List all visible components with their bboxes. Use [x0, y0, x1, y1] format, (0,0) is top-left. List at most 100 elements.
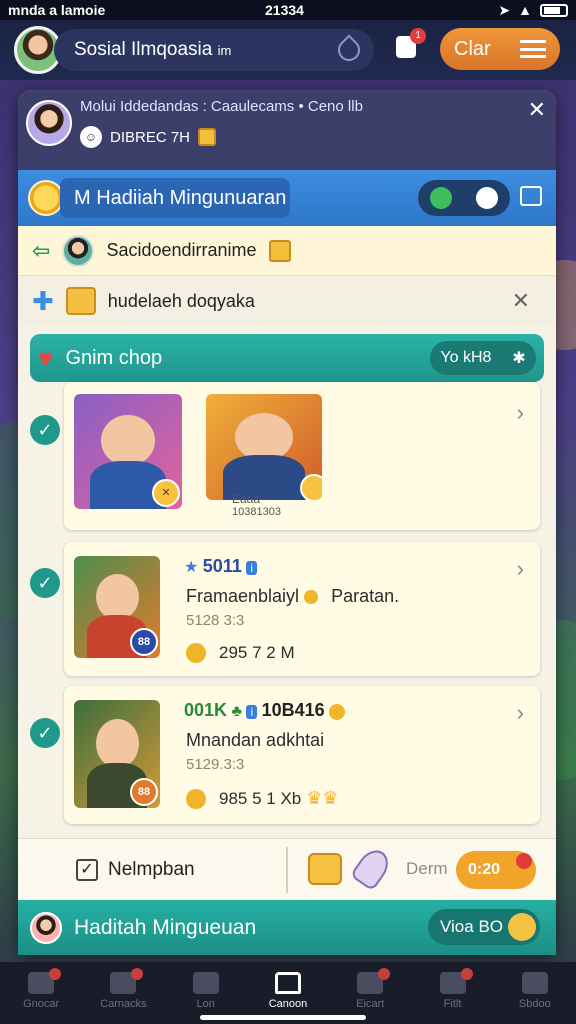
location-icon: ➤ [498, 1, 511, 18]
card-3-stat-row: 001K ♣ i 10B416 [184, 700, 353, 721]
sender-avatar[interactable] [26, 100, 72, 146]
status-icons: ➤ ▲ [498, 2, 568, 19]
nav-label: Fitlt [443, 998, 462, 1010]
select-all-checkbox[interactable]: ✓ [76, 858, 98, 881]
chevron-right-icon[interactable]: › [517, 700, 524, 726]
bottom-banner-label: Haditah Mingueuan [74, 915, 257, 939]
panel-header: Molui Iddedandas : Caaulecams • Ceno llb… [18, 90, 556, 170]
nav-item-6[interactable]: Fitlt [413, 966, 493, 1020]
chevron-right-icon[interactable]: › [517, 556, 524, 582]
card-2-stat-row: ★ 5011 i [184, 556, 257, 577]
card-2-thumbnail[interactable]: 88 [74, 556, 160, 658]
app-name-pill[interactable]: Sosial Ilmqoasia im [54, 29, 374, 71]
panel-header-code: DIBREC 7H [110, 128, 191, 146]
alert-dot-icon [516, 853, 532, 869]
nav-item-3[interactable]: Lon [166, 966, 246, 1020]
app-name-suffix: im [217, 43, 232, 58]
signal-icon: ▲ [518, 2, 532, 18]
share-arrow-icon: ⇦ [32, 237, 51, 263]
chat-button-label: Clar [454, 37, 491, 60]
timer-text: 0:20 [468, 861, 501, 878]
card-1-caption: 10381303 [232, 506, 281, 518]
title-controls [418, 180, 510, 216]
nav-item-5[interactable]: Eicart [330, 966, 410, 1020]
bottom-banner-pill[interactable]: Vioa BO [428, 909, 540, 945]
card-3-value-row: 985 5 1 Xb ♛♛ [186, 788, 339, 810]
panel-header-meta: ☺ DIBREC 7H [80, 126, 217, 148]
star-icon: ★ [184, 559, 199, 576]
shared-row[interactable]: ⇦ Sacidoendirranime [18, 226, 556, 276]
card-2-thumb-badge: 88 [130, 628, 158, 656]
card-3-thumbnail[interactable]: 88 [74, 700, 160, 808]
title-bar: M Hadiiah Mingunuaran [18, 170, 556, 226]
title-text: Hadiiah Mingunuaran [96, 186, 287, 209]
shared-row-label: Sacidoendirranime [106, 240, 257, 260]
gift-icon [268, 239, 291, 262]
nav-item-7[interactable]: Sbdoo [495, 966, 575, 1020]
card-1-thumbnail-a[interactable]: ✕ [74, 394, 182, 509]
chat-button[interactable]: Clar [440, 28, 560, 70]
demo-label: Derm [406, 859, 448, 878]
thumb-face [101, 414, 155, 467]
nav-item-1[interactable]: Gnocar [1, 966, 81, 1020]
clover-icon: ♣ [231, 703, 242, 720]
rocket-icon[interactable] [349, 844, 395, 892]
card-1-thumbnail-b[interactable] [206, 394, 322, 500]
thumb-face [95, 574, 139, 621]
add-row[interactable]: ✚ hudelaeh doqyaka ✕ [18, 276, 556, 326]
card-2-stat: 5011 [202, 556, 242, 576]
battery-icon [540, 3, 568, 17]
gold-bar-icon[interactable] [308, 853, 342, 885]
mask-icon[interactable] [476, 187, 498, 209]
group-pill-text: Yo kH8 [440, 349, 492, 366]
sun-icon [304, 590, 319, 605]
plus-icon: ✚ [32, 285, 54, 316]
coin-icon [28, 180, 64, 216]
timer-button[interactable]: 0:20 [456, 851, 536, 889]
group-bar-label: Gnim chop [65, 346, 163, 369]
card-2-check[interactable]: ✓ [30, 568, 60, 598]
candy-icon [186, 643, 206, 664]
message-icon[interactable] [520, 186, 542, 206]
tag-icon: ☺ [80, 126, 102, 148]
badge-dot [378, 968, 391, 980]
gift-card-3[interactable]: 88 001K ♣ i 10B416 Mnandan adkhtai 5129.… [64, 686, 540, 824]
nav-item-home[interactable]: Canoon [248, 966, 328, 1020]
dismiss-icon[interactable]: ✕ [512, 288, 530, 314]
box-nav-icon [192, 972, 219, 994]
carrier-text: mnda a lamoie [8, 2, 106, 18]
group-pill[interactable]: Yo kH8 ✱ [430, 341, 536, 375]
app-name: Sosial Ilmqoasia [74, 39, 213, 60]
crown-icon: ♛♛ [306, 788, 339, 808]
nav-label: Sbdoo [518, 998, 551, 1010]
bottom-banner-pill-text: Vioa BO [440, 917, 504, 936]
chevron-right-icon[interactable]: › [517, 400, 524, 426]
close-icon[interactable]: ✕ [528, 99, 546, 121]
home-icon [274, 972, 301, 994]
sun-badge-icon [300, 474, 322, 500]
card-2-title-2: Paratan. [331, 586, 400, 606]
panel-header-subtitle: Molui Iddedandas : Caaulecams • Ceno llb [80, 98, 363, 115]
top-app-bar: Sosial Ilmqoasia im 1 Clar [0, 20, 576, 80]
bottom-banner[interactable]: Haditah Mingueuan Vioa BO [18, 900, 556, 955]
gift-card-1[interactable]: ✕ Eaaa 10381303 › [64, 382, 540, 530]
card-1-check[interactable]: ✓ [30, 415, 60, 445]
notification-button[interactable]: 1 [396, 28, 426, 58]
thumb-face [95, 719, 139, 769]
badge-dot [460, 968, 473, 980]
card-3-thumb-badge: 88 [130, 778, 158, 806]
nav-label: Gnocar [23, 998, 60, 1010]
card-3-stat: 001K [184, 700, 228, 720]
gift-card-2[interactable]: 88 ★ 5011 i Framaenblaiyl Paratan. 5128 … [64, 542, 540, 676]
favorite-icon[interactable] [430, 187, 452, 209]
sun-icon [186, 789, 206, 810]
nav-item-2[interactable]: Carnacks [83, 966, 163, 1020]
group-bar[interactable]: ♥ Gnim chop Yo kH8 ✱ [30, 334, 544, 382]
home-indicator[interactable] [200, 1015, 366, 1020]
card-1-badge-a: ✕ [152, 479, 180, 507]
thumb-face [235, 413, 293, 461]
card-2-value-row: 295 7 2 M [186, 642, 295, 664]
add-row-label: hudelaeh doqyaka [107, 290, 255, 311]
card-3-check[interactable]: ✓ [30, 718, 60, 748]
card-2-title: Framaenblaiyl [186, 586, 300, 606]
